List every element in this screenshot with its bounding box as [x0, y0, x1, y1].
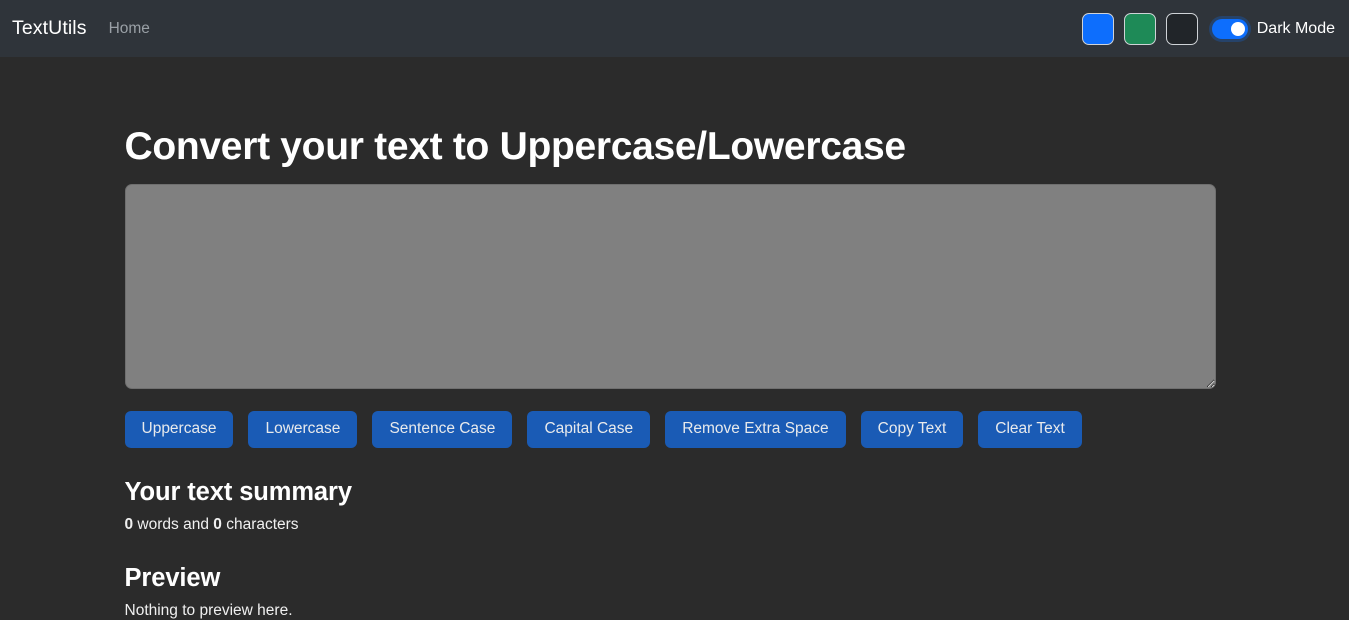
dark-mode-switch[interactable] [1211, 18, 1248, 39]
nav-links: Home [109, 20, 150, 38]
copy-text-button[interactable]: Copy Text [860, 410, 964, 448]
preview-heading: Preview [124, 563, 221, 592]
swatch-blue-button[interactable] [1081, 12, 1114, 45]
sentence-case-button[interactable]: Sentence Case [372, 410, 513, 448]
page-title: Convert your text to Uppercase/Lowercase [124, 125, 907, 168]
word-count-value: 0 [124, 515, 134, 533]
navbar: TextUtils Home Dark Mode [0, 0, 1349, 57]
brand-logo[interactable]: TextUtils [12, 17, 87, 40]
capital-case-button[interactable]: Capital Case [527, 410, 651, 448]
main-container: Convert your text to Uppercase/Lowercase… [124, 57, 1225, 620]
summary-heading: Your text summary [124, 477, 353, 506]
remove-extra-space-button[interactable]: Remove Extra Space [665, 410, 846, 448]
preview-empty-text: Nothing to preview here. [124, 601, 293, 619]
clear-text-button[interactable]: Clear Text [978, 410, 1082, 448]
action-buttons-row: Uppercase Lowercase Sentence Case Capita… [124, 410, 1225, 448]
navbar-right-controls: Dark Mode [1081, 12, 1335, 45]
lowercase-button[interactable]: Lowercase [248, 410, 358, 448]
text-input-area[interactable] [124, 183, 1216, 389]
switch-knob-icon [1230, 21, 1245, 36]
dark-mode-toggle-group: Dark Mode [1211, 18, 1335, 39]
chars-label: characters [221, 515, 299, 533]
uppercase-button[interactable]: Uppercase [124, 410, 234, 448]
swatch-dark-button[interactable] [1165, 12, 1198, 45]
nav-link-home[interactable]: Home [109, 20, 150, 38]
words-label: words and [133, 515, 214, 533]
summary-counts: 0 words and 0 characters [125, 516, 1225, 534]
char-count-value: 0 [213, 515, 222, 533]
dark-mode-label: Dark Mode [1256, 19, 1335, 37]
swatch-green-button[interactable] [1123, 12, 1156, 45]
